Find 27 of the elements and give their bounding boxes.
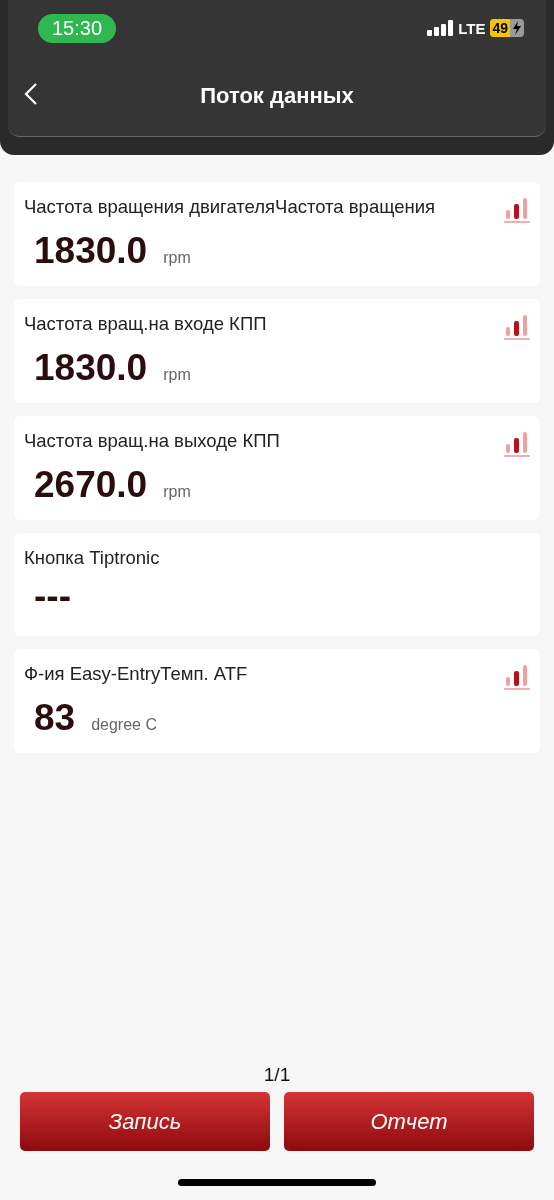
back-icon[interactable] (24, 82, 38, 106)
bar-chart-icon[interactable] (504, 663, 530, 691)
bar-chart-icon[interactable] (504, 313, 530, 341)
page-title: Поток данных (200, 83, 354, 109)
parameter-value: 2670.0 (34, 464, 148, 506)
report-button[interactable]: Отчет (284, 1092, 534, 1151)
parameter-name: Частота вращ.на входе КПП (24, 313, 267, 335)
parameter-name: Частота вращения двигателяЧастота вращения (24, 196, 436, 218)
parameter-value: 83 (34, 697, 76, 739)
parameter-name: Ф-ия Easy-EntryТемп. ATF (24, 663, 248, 685)
parameter-name: Кнопка Tiptronic (24, 547, 160, 569)
parameter-value: 1830.0 (34, 230, 148, 272)
parameter-value: 1830.0 (34, 347, 148, 389)
parameter-unit: rpm (163, 366, 191, 384)
parameter-unit: rpm (163, 249, 191, 267)
record-button[interactable]: Запись (20, 1092, 270, 1151)
page-indicator: 1/1 (263, 1064, 291, 1086)
status-time: 15:30 (38, 13, 117, 43)
parameter-unit: rpm (163, 483, 191, 501)
parameter-value: --- (34, 575, 71, 617)
parameter-unit: degree C (91, 716, 157, 734)
bar-chart-icon[interactable] (504, 430, 530, 458)
signal-icon (427, 20, 454, 36)
bar-chart-icon[interactable] (504, 196, 530, 224)
network-label: LTE (458, 19, 486, 37)
parameter-name: Частота вращ.на выходе КПП (24, 430, 280, 452)
battery-indicator: 49 (490, 19, 524, 37)
